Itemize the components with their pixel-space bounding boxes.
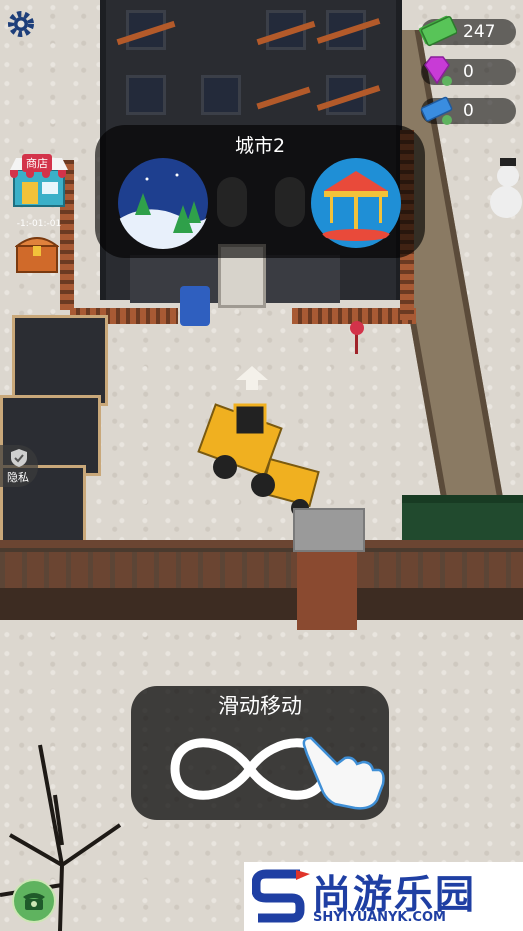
ticket-value: 0 <box>463 101 474 121</box>
arrow-up-icon <box>236 366 268 390</box>
shield-icon <box>11 449 27 467</box>
bulldozer <box>197 403 320 517</box>
mailbox <box>180 286 210 326</box>
level-slot <box>275 177 305 227</box>
wall-railing <box>0 548 523 588</box>
gear-icon[interactable] <box>6 9 36 39</box>
city-title: 城市2 <box>234 135 286 157</box>
phone-button[interactable] <box>12 879 56 923</box>
brand-url: SHYIYUANYK.COM <box>313 910 446 925</box>
tutorial-label: 滑动移动 <box>218 694 302 718</box>
brand-logo <box>252 869 310 923</box>
building <box>12 315 108 406</box>
cash-counter: 247 <box>418 15 516 47</box>
privacy-label: 隐私 <box>7 471 29 484</box>
phone-icon <box>23 893 45 910</box>
wall-pillar-cap <box>293 508 365 552</box>
shop-label: 商店 <box>22 154 52 172</box>
gem-icon <box>424 56 452 86</box>
tutorial-panel: 滑动移动 <box>131 686 389 820</box>
chest-timer: -1:-01:-01 <box>16 219 62 229</box>
city-panel: 城市2 <box>95 125 425 258</box>
snowman <box>490 158 522 218</box>
red-marker <box>350 321 364 354</box>
gem-counter: 0 <box>421 56 516 86</box>
level-slot <box>217 177 247 227</box>
carousel-icon[interactable] <box>310 157 402 249</box>
hand-pointer-icon <box>302 736 385 810</box>
winter-forest-icon[interactable] <box>117 157 209 249</box>
gem-value: 0 <box>463 62 474 82</box>
cash-icon <box>418 15 457 47</box>
cash-value: 247 <box>463 22 496 42</box>
ticket-counter: 0 <box>420 96 516 125</box>
chest-icon[interactable] <box>15 232 59 274</box>
ticket-icon <box>420 96 453 125</box>
